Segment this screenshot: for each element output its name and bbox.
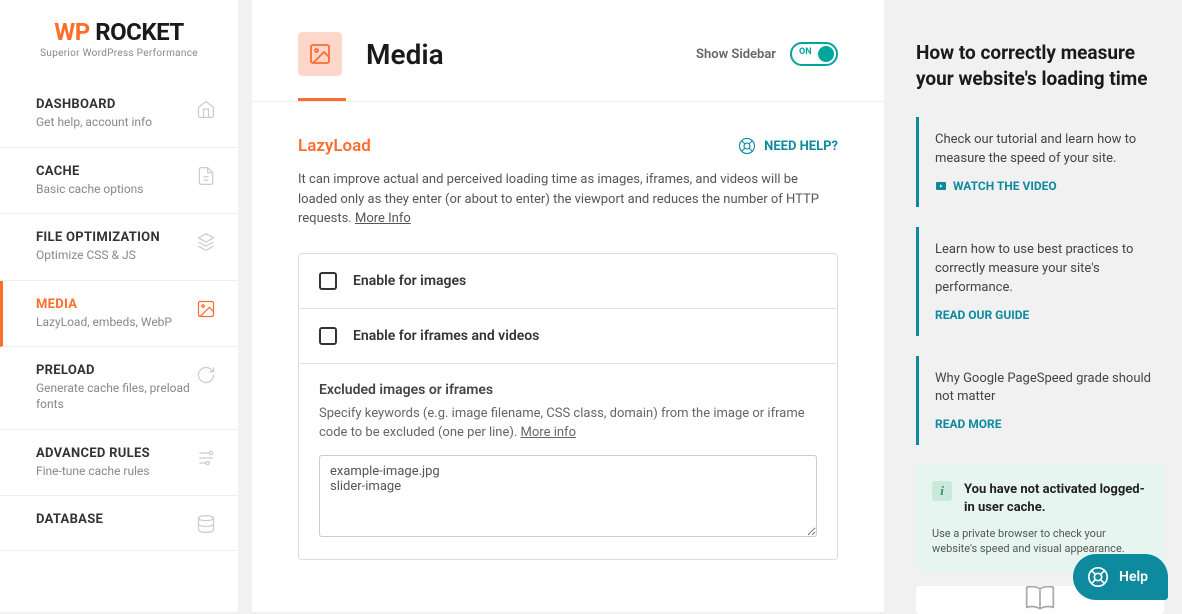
nav-desc: Basic cache options xyxy=(36,182,190,198)
tip-read-more: Why Google PageSpeed grade should not ma… xyxy=(916,356,1164,446)
nav-desc: Fine-tune cache rules xyxy=(36,464,190,480)
excluded-block: Excluded images or iframes Specify keywo… xyxy=(299,364,837,559)
sidebar-item-preload[interactable]: PRELOAD Generate cache files, preload fon… xyxy=(0,347,238,429)
lifebuoy-icon xyxy=(1087,566,1109,588)
right-sidebar-title: How to correctly measure your website's … xyxy=(916,40,1164,91)
info-icon: i xyxy=(932,481,952,501)
sidebar-item-advanced-rules[interactable]: ADVANCED RULES Fine-tune cache rules xyxy=(0,430,238,497)
sidebar: WP ROCKET Superior WordPress Performance… xyxy=(0,0,238,612)
nav-title: ADVANCED RULES xyxy=(36,446,190,461)
tip-link-read-more[interactable]: READ MORE xyxy=(935,417,1152,431)
lazyload-options: Enable for images Enable for iframes and… xyxy=(298,253,838,560)
tip-link-label: READ OUR GUIDE xyxy=(935,308,1029,322)
refresh-icon xyxy=(196,365,216,385)
help-button[interactable]: Help xyxy=(1073,554,1168,600)
logo-rocket: ROCKET xyxy=(95,18,184,46)
logo-text: WP ROCKET xyxy=(30,18,208,46)
show-sidebar-toggle[interactable]: ON xyxy=(790,42,838,66)
nav-desc: Get help, account info xyxy=(36,115,190,131)
need-help-label: NEED HELP? xyxy=(764,139,838,154)
tip-link-read-guide[interactable]: READ OUR GUIDE xyxy=(935,308,1152,322)
image-icon xyxy=(298,32,342,76)
toggle-state: ON xyxy=(799,47,812,57)
play-icon xyxy=(935,180,947,192)
nav-title: DATABASE xyxy=(36,512,190,527)
image-icon xyxy=(196,299,216,319)
tip-link-watch-video[interactable]: WATCH THE VIDEO xyxy=(935,179,1152,193)
main-header: Media Show Sidebar ON xyxy=(252,0,884,76)
lifebuoy-icon xyxy=(738,137,756,155)
help-label: Help xyxy=(1119,569,1148,585)
logo: WP ROCKET Superior WordPress Performance xyxy=(0,0,238,81)
file-icon xyxy=(196,166,216,186)
notice-subtitle: Use a private browser to check your webs… xyxy=(932,526,1148,557)
sidebar-item-cache[interactable]: CACHE Basic cache options xyxy=(0,148,238,215)
tip-text: Check our tutorial and learn how to meas… xyxy=(935,131,1152,169)
notice-title: You have not activated logged-in user ca… xyxy=(964,481,1148,517)
section-description: It can improve actual and perceived load… xyxy=(298,170,838,229)
nav-title: PRELOAD xyxy=(36,363,190,378)
show-sidebar-label: Show Sidebar xyxy=(696,47,776,62)
logo-wp: WP xyxy=(54,18,89,46)
nav-title: MEDIA xyxy=(36,297,190,312)
main-content: Media Show Sidebar ON LazyLoad NEED HELP… xyxy=(252,0,884,612)
tip-text: Learn how to use best practices to corre… xyxy=(935,241,1152,298)
right-sidebar: How to correctly measure your website's … xyxy=(898,0,1182,612)
sidebar-item-dashboard[interactable]: DASHBOARD Get help, account info xyxy=(0,81,238,148)
sidebar-item-file-optimization[interactable]: FILE OPTIMIZATION Optimize CSS & JS xyxy=(0,214,238,281)
need-help-link[interactable]: NEED HELP? xyxy=(738,137,838,155)
sliders-icon xyxy=(196,448,216,468)
more-info-link[interactable]: More Info xyxy=(355,211,411,226)
sidebar-item-database[interactable]: DATABASE xyxy=(0,496,238,551)
tip-read-guide: Learn how to use best practices to corre… xyxy=(916,227,1164,336)
excluded-more-info-link[interactable]: More info xyxy=(521,425,576,440)
option-label: Enable for images xyxy=(353,273,466,289)
page-title: Media xyxy=(366,38,672,71)
nav-desc: Generate cache files, preload fonts xyxy=(36,381,190,412)
database-icon xyxy=(196,514,216,534)
logo-tagline: Superior WordPress Performance xyxy=(30,48,208,59)
tip-text: Why Google PageSpeed grade should not ma… xyxy=(935,370,1152,408)
option-enable-images[interactable]: Enable for images xyxy=(299,254,837,309)
option-label: Enable for iframes and videos xyxy=(353,328,539,344)
checkbox-enable-images[interactable] xyxy=(319,272,337,290)
sidebar-item-media[interactable]: MEDIA LazyLoad, embeds, WebP xyxy=(0,281,238,348)
nav-desc: LazyLoad, embeds, WebP xyxy=(36,315,190,331)
tip-link-label: READ MORE xyxy=(935,417,1002,431)
section-title-lazyload: LazyLoad xyxy=(298,136,371,156)
excluded-description: Specify keywords (e.g. image filename, C… xyxy=(319,404,817,443)
home-icon xyxy=(196,99,216,119)
option-enable-iframes[interactable]: Enable for iframes and videos xyxy=(299,309,837,364)
tip-link-label: WATCH THE VIDEO xyxy=(953,179,1057,193)
tip-watch-video: Check our tutorial and learn how to meas… xyxy=(916,117,1164,207)
layers-icon xyxy=(196,232,216,252)
excluded-textarea[interactable] xyxy=(319,455,817,537)
nav-title: DASHBOARD xyxy=(36,97,190,112)
nav-title: CACHE xyxy=(36,164,190,179)
checkbox-enable-iframes[interactable] xyxy=(319,327,337,345)
book-icon xyxy=(1024,586,1056,614)
nav-desc: Optimize CSS & JS xyxy=(36,248,190,264)
toggle-knob xyxy=(818,46,834,62)
excluded-title: Excluded images or iframes xyxy=(319,382,817,398)
nav-title: FILE OPTIMIZATION xyxy=(36,230,190,245)
